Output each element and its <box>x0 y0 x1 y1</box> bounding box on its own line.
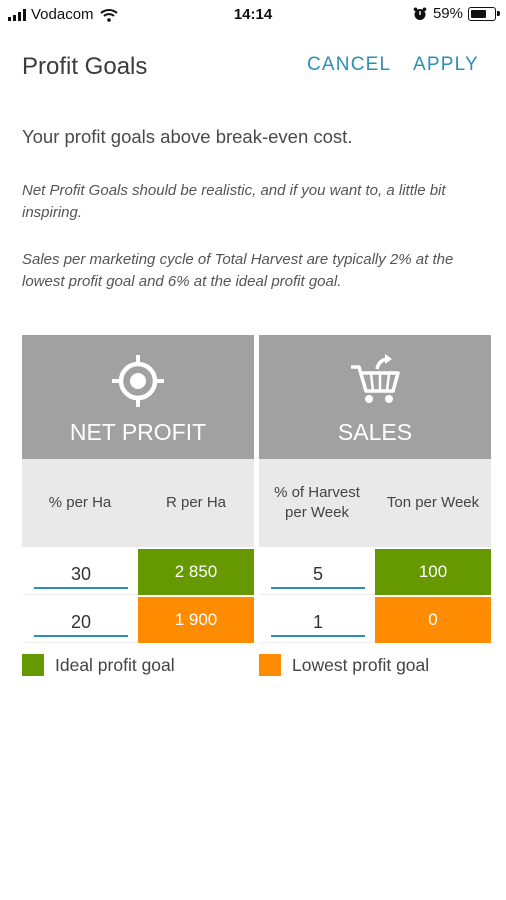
column-ton-per-week: Ton per Week <box>386 494 480 511</box>
battery-icon <box>468 6 500 21</box>
net-profit-card: NET PROFIT % per Ha R per Ha 30 2 850 20… <box>22 335 254 643</box>
net-profit-lowest-value: 1 900 <box>138 597 254 643</box>
page-title: Profit Goals <box>22 53 148 80</box>
legend-ideal-label: Ideal profit goal <box>55 654 175 675</box>
cart-icon <box>351 354 400 403</box>
legend-ideal: Ideal profit goal <box>22 654 175 676</box>
net-profit-ideal-row: 30 2 850 <box>22 549 254 595</box>
sales-lowest-percent-input[interactable]: 1 <box>259 597 375 643</box>
sales-header: SALES <box>259 335 491 459</box>
net-profit-title: NET PROFIT <box>69 419 207 445</box>
sales-title: SALES <box>337 419 413 445</box>
legend-lowest: Lowest profit goal <box>259 654 429 676</box>
legend-lowest-swatch <box>259 654 281 676</box>
alarm-icon <box>413 7 427 20</box>
battery-percent: 59% <box>432 5 463 22</box>
column-percent-harvest-per-week: % of Harvest per Week <box>274 484 360 521</box>
net-profit-ideal-value: 2 850 <box>138 549 254 595</box>
net-profit-lowest-row: 20 1 900 <box>22 597 254 643</box>
sales-lowest-row: 1 0 <box>259 597 491 643</box>
column-r-per-ha: R per Ha <box>165 494 227 511</box>
status-bar: Vodacom 14:14 59% <box>0 0 506 30</box>
net-profit-lowest-percent-value: 20 <box>34 612 128 637</box>
sales-lowest-percent-value: 1 <box>271 612 365 637</box>
net-profit-ideal-percent-input[interactable]: 30 <box>22 549 138 595</box>
apply-button[interactable]: APPLY <box>413 54 479 76</box>
net-profit-lowest-percent-input[interactable]: 20 <box>22 597 138 643</box>
target-icon <box>112 355 164 407</box>
sales-ideal-value: 100 <box>375 549 491 595</box>
note-sales: Sales per marketing cycle of Total Harve… <box>22 251 454 290</box>
intro-text: Your profit goals above break-even cost. <box>22 126 353 147</box>
header: Profit Goals CANCEL APPLY <box>0 40 506 90</box>
column-percent-per-ha: % per Ha <box>48 494 112 511</box>
legend-lowest-label: Lowest profit goal <box>292 654 430 675</box>
status-right: 59% <box>413 5 500 22</box>
sales-column-headers: % of Harvest per Week Ton per Week <box>259 459 491 547</box>
cancel-button[interactable]: CANCEL <box>307 54 391 76</box>
sales-ideal-percent-value: 5 <box>271 564 365 589</box>
sales-lowest-value: 0 <box>375 597 491 643</box>
sales-card: SALES % of Harvest per Week Ton per Week… <box>259 335 491 643</box>
note-net-profit: Net Profit Goals should be realistic, an… <box>22 182 446 221</box>
sales-ideal-row: 5 100 <box>259 549 491 595</box>
net-profit-column-headers: % per Ha R per Ha <box>22 459 254 547</box>
net-profit-header: NET PROFIT <box>22 335 254 459</box>
net-profit-ideal-percent-value: 30 <box>34 564 128 589</box>
legend-ideal-swatch <box>22 654 44 676</box>
sales-ideal-percent-input[interactable]: 5 <box>259 549 375 595</box>
